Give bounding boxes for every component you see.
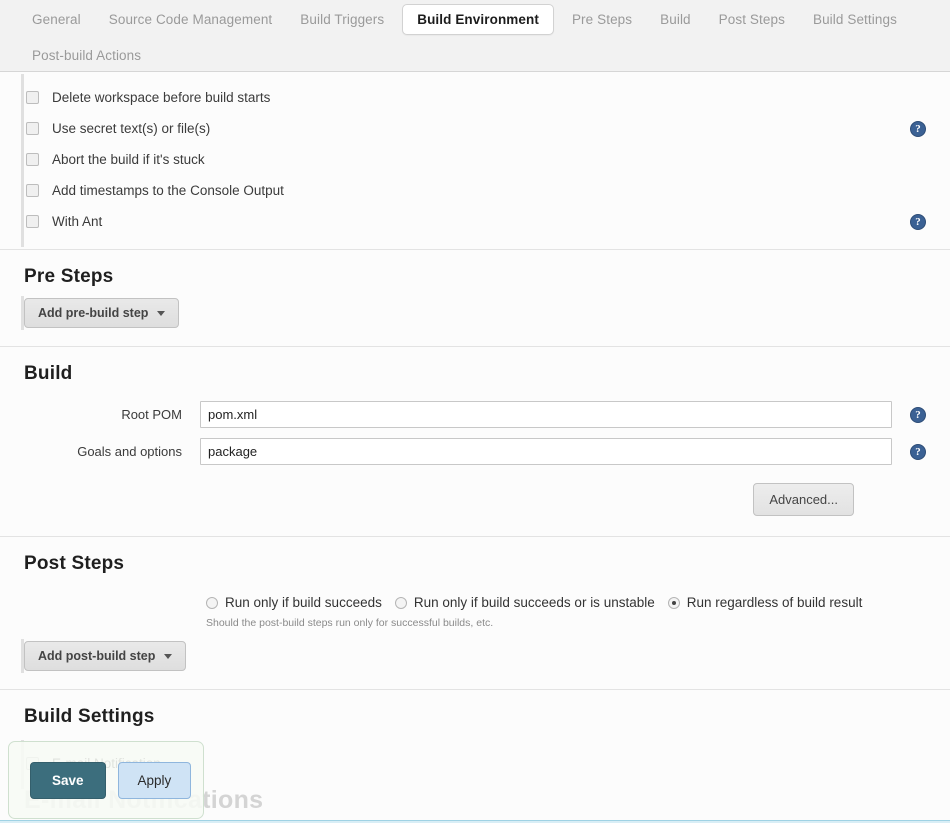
help-icon[interactable]: ? [910,120,926,137]
use-secret-checkbox[interactable] [26,122,39,135]
option-label: Use secret text(s) or file(s) [52,121,211,136]
root-pom-row: Root POM ? [0,401,950,428]
add-pre-build-step-label: Add pre-build step [38,306,149,320]
tab-general[interactable]: General [18,6,95,33]
goals-and-options-row: Goals and options ? [0,438,950,465]
help-icon[interactable]: ? [910,406,926,423]
tab-build-environment[interactable]: Build Environment [402,4,554,35]
post-steps-heading: Post Steps [24,553,125,574]
radio-run-regardless-of-build-result[interactable]: Run regardless of build result [667,595,863,610]
tab-build[interactable]: Build [646,6,705,33]
radio-label: Run regardless of build result [686,595,863,610]
pre-steps-button-area: Add pre-build step [0,296,950,346]
post-steps-hint: Should the post-build steps run only for… [206,617,494,629]
option-label: Delete workspace before build starts [52,90,271,105]
abort-build-checkbox[interactable] [26,153,39,166]
config-tab-bar: General Source Code Management Build Tri… [0,0,950,72]
build-heading: Build [24,363,73,384]
help-icon[interactable]: ? [910,443,926,460]
goals-and-options-label: Goals and options [77,444,182,459]
post-steps-run-condition-group: Run only if build succeeds Run only if b… [0,585,950,610]
add-post-build-step-label: Add post-build step [38,649,156,663]
build-settings-heading: Build Settings [24,706,155,727]
tab-source-code-management[interactable]: Source Code Management [95,6,287,33]
tab-post-steps[interactable]: Post Steps [705,6,799,33]
with-ant-checkbox[interactable] [26,215,39,228]
tab-build-settings[interactable]: Build Settings [799,6,911,33]
radio-button-selected[interactable] [667,596,680,609]
tab-pre-steps[interactable]: Pre Steps [558,6,646,33]
option-label: With Ant [52,214,103,229]
post-steps-button-area: Add post-build step [0,639,950,689]
root-pom-label: Root POM [121,407,182,422]
advanced-button-area: Advanced... [0,475,950,536]
floating-action-bar: Save Apply [8,741,204,819]
radio-label: Run only if build succeeds [225,595,382,610]
option-delete-workspace[interactable]: Delete workspace before build starts [0,82,950,113]
apply-button[interactable]: Apply [117,761,192,799]
chevron-down-icon [164,653,173,659]
pre-steps-heading: Pre Steps [24,266,114,287]
radio-button[interactable] [394,596,407,609]
build-section: Build Root POM ? Goals and options ? Adv… [0,347,950,537]
add-pre-build-step-button[interactable]: Add pre-build step [24,298,180,328]
delete-workspace-checkbox[interactable] [26,91,39,104]
tab-build-triggers[interactable]: Build Triggers [286,6,398,33]
radio-run-only-if-succeeds-or-unstable[interactable]: Run only if build succeeds or is unstabl… [394,595,655,610]
radio-run-only-if-build-succeeds[interactable]: Run only if build succeeds [206,595,382,610]
option-add-timestamps[interactable]: Add timestamps to the Console Output [0,175,950,206]
add-timestamps-checkbox[interactable] [26,184,39,197]
option-use-secret-text-or-files[interactable]: Use secret text(s) or file(s) ? [0,113,950,144]
save-button[interactable]: Save [30,761,106,799]
help-icon[interactable]: ? [910,213,926,230]
radio-label: Run only if build succeeds or is unstabl… [413,595,655,610]
add-post-build-step-button[interactable]: Add post-build step [24,641,187,671]
option-with-ant[interactable]: With Ant ? [0,206,950,237]
tab-row-secondary: Post-build Actions [10,39,950,72]
tab-post-build-actions[interactable]: Post-build Actions [18,42,155,69]
option-abort-build-if-stuck[interactable]: Abort the build if it's stuck [0,144,950,175]
radio-button[interactable] [206,596,218,609]
option-label: Abort the build if it's stuck [52,152,205,167]
post-steps-section: Post Steps Run only if build succeeds Ru… [0,537,950,690]
pre-steps-section: Pre Steps Add pre-build step [0,250,950,347]
root-pom-input[interactable] [200,401,892,428]
goals-and-options-input[interactable] [200,438,892,465]
advanced-button[interactable]: Advanced... [753,483,854,516]
build-environment-section: Delete workspace before build starts Use… [0,72,950,250]
tab-row-primary: General Source Code Management Build Tri… [10,0,950,39]
option-label: Add timestamps to the Console Output [52,183,284,198]
build-environment-option-list: Delete workspace before build starts Use… [0,72,950,249]
chevron-down-icon [157,310,166,316]
job-config-page: General Source Code Management Build Tri… [0,0,950,823]
